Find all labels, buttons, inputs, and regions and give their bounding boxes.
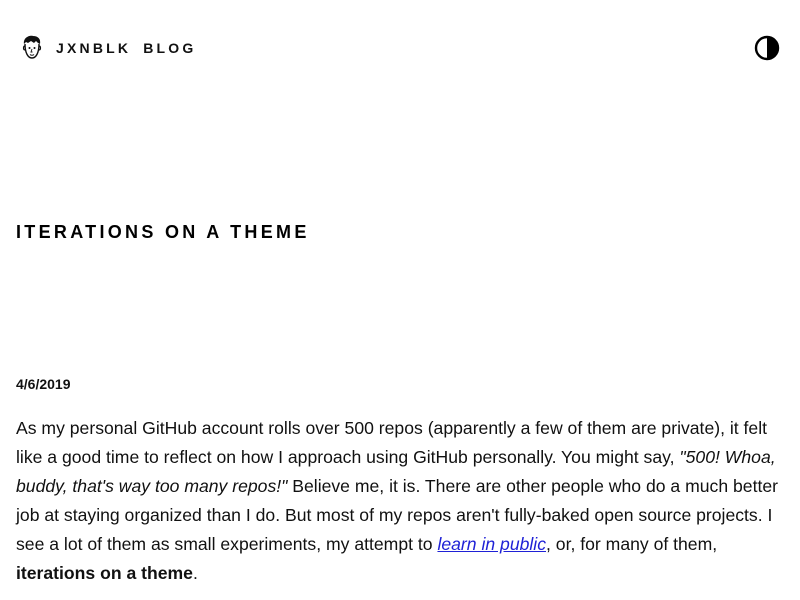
- half-circle-contrast-icon[interactable]: [754, 35, 780, 61]
- blog-link[interactable]: BLOG: [143, 40, 196, 56]
- post-body-bold: iterations on a theme: [16, 563, 193, 583]
- post-body-text: , or, for many of them,: [546, 534, 718, 554]
- brand: JXNBLK BLOG: [20, 35, 208, 61]
- post-body-text: .: [192, 563, 198, 583]
- avatar-icon[interactable]: [20, 35, 44, 61]
- post-body-text: As my personal GitHub account rolls over…: [16, 418, 768, 467]
- learn-in-public-link[interactable]: learn in public: [437, 534, 546, 554]
- page: JXNBLK BLOG ITERATIONS ON A THEME 4/6/20…: [0, 0, 800, 600]
- site-header: JXNBLK BLOG: [20, 34, 780, 62]
- site-name-link[interactable]: JXNBLK: [56, 40, 131, 56]
- post-body: As my personal GitHub account rolls over…: [16, 414, 786, 588]
- post-title: ITERATIONS ON A THEME: [16, 222, 310, 242]
- post-date: 4/6/2019: [16, 376, 71, 392]
